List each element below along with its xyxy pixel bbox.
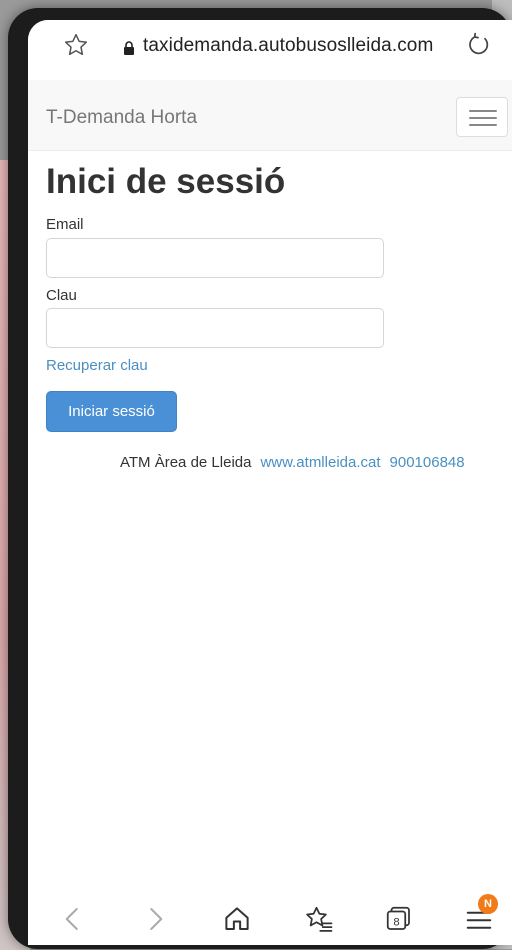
login-button[interactable]: Iniciar sessió — [46, 391, 177, 432]
browser-address-bar: taxidemanda.autobusoslleida.com — [28, 20, 512, 80]
password-field[interactable] — [46, 308, 384, 348]
url-text[interactable]: taxidemanda.autobusoslleida.com — [143, 35, 433, 57]
footer-website-link[interactable]: www.atmlleida.cat — [260, 454, 380, 471]
reload-icon[interactable] — [466, 32, 492, 58]
footer-org: ATM Àrea de Lleida — [120, 454, 252, 471]
screen: taxidemanda.autobusoslleida.com T-Demand… — [28, 20, 512, 945]
bookmarks-icon[interactable] — [304, 904, 334, 934]
navbar-toggle-button[interactable] — [456, 97, 508, 137]
email-field[interactable] — [46, 238, 384, 278]
tabs-icon[interactable]: 8 — [384, 904, 414, 934]
page-title: Inici de sessió — [46, 162, 286, 201]
hamburger-icon — [469, 110, 497, 112]
footer-phone-link[interactable]: 900106848 — [390, 454, 465, 471]
email-label: Email — [46, 216, 84, 233]
password-label: Clau — [46, 287, 77, 304]
site-navbar: T-Demanda Horta — [28, 80, 512, 151]
navbar-brand[interactable]: T-Demanda Horta — [46, 107, 197, 129]
footer: ATM Àrea de Lleida www.atmlleida.cat 90010… — [120, 454, 465, 471]
phone-frame: taxidemanda.autobusoslleida.com T-Demand… — [8, 8, 512, 949]
lock-icon — [124, 41, 134, 55]
home-icon[interactable] — [222, 904, 252, 934]
back-icon[interactable] — [58, 904, 88, 934]
star-icon[interactable] — [63, 32, 89, 58]
recover-password-link[interactable]: Recuperar clau — [46, 357, 148, 374]
tabs-count: 8 — [393, 916, 399, 928]
hamburger-icon — [469, 117, 497, 119]
browser-bottom-toolbar: 8 N — [28, 894, 512, 945]
hamburger-icon — [469, 124, 497, 126]
menu-notification-badge: N — [478, 894, 498, 914]
forward-icon[interactable] — [140, 904, 170, 934]
